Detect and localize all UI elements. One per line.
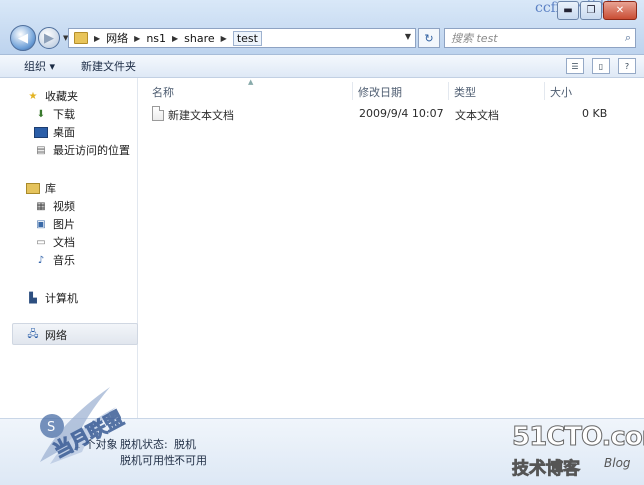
- sidebar-item-libraries[interactable]: 库: [26, 180, 56, 196]
- column-header-name[interactable]: 名称: [152, 84, 174, 100]
- column-header-modified[interactable]: 修改日期: [358, 84, 402, 100]
- table-row[interactable]: 新建文本文档 2009/9/4 10:07 文本文档 0 KB: [150, 106, 630, 122]
- document-icon: ▭: [36, 236, 46, 248]
- picture-icon: ▣: [36, 218, 46, 230]
- file-modified: 2009/9/4 10:07: [359, 107, 444, 120]
- sidebar-item-label: 桌面: [53, 126, 75, 139]
- arrow-left-icon: ◀: [18, 30, 28, 46]
- search-input[interactable]: 搜索 test ⌕: [444, 28, 636, 48]
- preview-pane-icon[interactable]: ▯: [592, 58, 610, 74]
- sidebar-item-pictures[interactable]: ▣ 图片: [34, 216, 75, 232]
- address-bar[interactable]: ▶ 网络 ▶ ns1 ▶ share ▶ test ▼: [68, 28, 416, 48]
- caption-buttons: ▬ ❐ ✕: [557, 1, 637, 20]
- sidebar-item-downloads[interactable]: ⬇ 下载: [34, 106, 75, 122]
- breadcrumb-ns1[interactable]: ns1: [146, 32, 166, 45]
- title-address-bar: ccfxny 的博客 ▬ ❐ ✕ ◀ ▶ ▼ ▶ 网络 ▶ ns1 ▶ shar…: [0, 0, 644, 55]
- file-list: ▲ 名称 修改日期 类型 大小 新建文本文档 2009/9/4 10:07 文本…: [138, 78, 644, 418]
- breadcrumb-share[interactable]: share: [184, 32, 215, 45]
- navigation-buttons: ◀ ▶ ▼: [10, 25, 68, 51]
- search-icon[interactable]: ⌕: [625, 31, 631, 45]
- file-type: 文本文档: [455, 109, 499, 122]
- refresh-icon: ↻: [424, 31, 434, 45]
- back-button[interactable]: ◀: [10, 25, 36, 51]
- sidebar-item-videos[interactable]: ▦ 视频: [34, 198, 75, 214]
- navigation-pane: ★ 收藏夹 ⬇ 下载 桌面 ▤ 最近访问的位置 库 ▦ 视频 ▣ 图片 ▭ 文档…: [0, 78, 138, 418]
- breadcrumb-test[interactable]: test: [232, 30, 262, 46]
- maximize-button[interactable]: ❐: [580, 1, 602, 20]
- library-icon: [26, 182, 40, 194]
- column-header-type[interactable]: 类型: [454, 84, 476, 100]
- file-size: 0 KB: [582, 107, 608, 120]
- text-file-icon: [152, 106, 164, 121]
- site-logo-watermark: 51CTO.com: [512, 422, 644, 453]
- music-icon: ♪: [37, 254, 45, 266]
- sidebar-item-label: 视频: [53, 200, 75, 213]
- sidebar-item-label: 文档: [53, 236, 75, 249]
- help-icon[interactable]: ?: [618, 58, 636, 74]
- folder-icon: [74, 32, 88, 44]
- desktop-icon: [34, 126, 48, 138]
- network-icon: 🖧: [27, 328, 39, 340]
- sidebar-item-label: 收藏夹: [45, 90, 78, 103]
- sidebar-item-label: 音乐: [53, 254, 75, 267]
- sidebar-item-label: 下载: [53, 108, 75, 121]
- offline-availability-label: 脱机可用性:: [120, 454, 179, 467]
- blog-text-watermark: Blog: [604, 456, 631, 470]
- change-view-icon[interactable]: ☰: [566, 58, 584, 74]
- sidebar-item-label: 最近访问的位置: [53, 144, 130, 157]
- arrow-right-icon: ▶: [44, 30, 54, 46]
- new-folder-button[interactable]: 新建文件夹: [81, 58, 136, 74]
- sidebar-item-desktop[interactable]: 桌面: [34, 124, 75, 140]
- video-icon: ▦: [36, 200, 46, 212]
- sidebar-item-recent[interactable]: ▤ 最近访问的位置: [34, 142, 130, 158]
- address-dropdown-icon[interactable]: ▼: [405, 32, 411, 41]
- chevron-right-icon[interactable]: ▶: [94, 34, 100, 43]
- explorer-window: ccfxny 的博客 ▬ ❐ ✕ ◀ ▶ ▼ ▶ 网络 ▶ ns1 ▶ shar…: [0, 0, 644, 485]
- chevron-right-icon[interactable]: ▶: [221, 34, 227, 43]
- column-divider[interactable]: [544, 82, 545, 100]
- sidebar-item-favorites[interactable]: ★ 收藏夹: [26, 88, 78, 104]
- close-button[interactable]: ✕: [603, 1, 637, 20]
- sidebar-item-label: 计算机: [45, 292, 78, 305]
- download-folder-icon: ⬇: [36, 108, 46, 120]
- sidebar-item-label: 图片: [53, 218, 75, 231]
- sidebar-item-documents[interactable]: ▭ 文档: [34, 234, 75, 250]
- organize-button[interactable]: 组织 ▾: [24, 58, 55, 74]
- search-placeholder: 搜索 test: [451, 32, 498, 45]
- file-name: 新建文本文档: [168, 109, 234, 122]
- offline-status-value: 脱机: [174, 438, 196, 451]
- chevron-right-icon[interactable]: ▶: [172, 34, 178, 43]
- offline-status-label: 脱机状态:: [120, 438, 168, 451]
- column-divider[interactable]: [448, 82, 449, 100]
- sidebar-item-label: 库: [45, 182, 56, 195]
- column-divider[interactable]: [352, 82, 353, 100]
- command-bar: 组织 ▾ 新建文件夹 ☰ ▯ ?: [0, 55, 644, 78]
- recent-places-icon: ▤: [36, 144, 46, 156]
- forward-button[interactable]: ▶: [38, 27, 60, 49]
- column-header-size[interactable]: 大小: [550, 84, 572, 100]
- refresh-button[interactable]: ↻: [418, 28, 440, 48]
- star-icon: ★: [28, 90, 38, 102]
- site-sub-watermark: 技术博客: [512, 459, 581, 480]
- computer-icon: ▙: [29, 292, 37, 304]
- sidebar-item-network[interactable]: 🖧 网络: [26, 327, 67, 343]
- sidebar-item-label: 网络: [45, 329, 67, 342]
- view-controls: ☰ ▯ ?: [566, 58, 636, 74]
- offline-availability-value: 不可用: [174, 454, 207, 467]
- svg-text:S: S: [47, 420, 55, 435]
- sidebar-item-music[interactable]: ♪ 音乐: [34, 252, 75, 268]
- sidebar-item-computer[interactable]: ▙ 计算机: [26, 290, 78, 306]
- minimize-button[interactable]: ▬: [557, 1, 579, 20]
- sort-indicator-icon: ▲: [248, 78, 254, 86]
- breadcrumb-network[interactable]: 网络: [106, 30, 128, 46]
- chevron-right-icon[interactable]: ▶: [134, 34, 140, 43]
